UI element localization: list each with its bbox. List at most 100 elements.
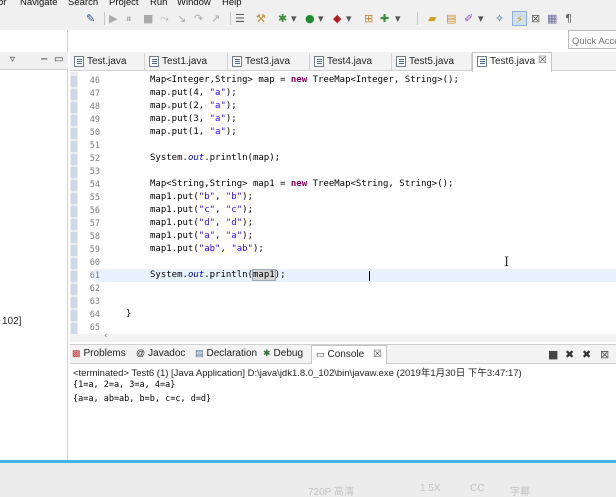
tab-test-java[interactable]: Test.java xyxy=(70,53,145,71)
ruler-mark xyxy=(71,258,77,269)
console-line: {1=a, 2=a, 3=a, 4=a} xyxy=(73,380,176,390)
debug-icon[interactable]: ✱ xyxy=(278,11,287,26)
quality-button[interactable]: 720P 高清 xyxy=(308,483,354,497)
show-whitespace-icon[interactable]: ¶ xyxy=(565,11,572,26)
line-number: 50 xyxy=(89,128,100,138)
menu-item-window[interactable]: Window xyxy=(177,0,211,8)
console-line: {a=a, ab=ab, b=b, c=c, d=d} xyxy=(73,394,212,404)
quick-access-input[interactable] xyxy=(568,30,616,49)
new-java-project-icon[interactable]: ⊞ xyxy=(364,11,373,26)
step-return-icon[interactable]: ↗ xyxy=(211,11,220,26)
tab-test5-java[interactable]: Test5.java xyxy=(392,53,472,71)
search-icon[interactable]: ✐ xyxy=(464,11,473,26)
ruler-mark xyxy=(71,193,77,204)
menu-item-navigate[interactable]: Navigate xyxy=(20,0,58,8)
annotation-icon[interactable]: ✧ xyxy=(495,11,504,26)
step-over-icon[interactable]: ↷ xyxy=(194,11,203,26)
scroll-left-icon[interactable]: ‹ xyxy=(104,331,108,341)
tab-problems[interactable]: ▩ Problems xyxy=(72,348,126,359)
code-editor[interactable]: 46 47 48 49 50 51 52 53 54 55 56 57 58 59 60 61 62 63 64 65… xyxy=(70,72,616,334)
tab-javadoc[interactable]: @ Javadoc xyxy=(136,348,185,359)
menu-item-source[interactable]: or xyxy=(0,0,6,8)
cc-button[interactable]: CC xyxy=(470,483,484,494)
console-output[interactable]: {1=a, 2=a, 3=a, 4=a} {a=a, ab=ab, b=b, c… xyxy=(70,378,616,460)
remove-all-terminated-icon[interactable]: ✖ xyxy=(582,348,591,361)
editor-tab-bar: Test.java Test1.java Test3.java Test4.ja… xyxy=(70,52,616,72)
clear-console-icon[interactable]: ⊠ xyxy=(600,348,609,361)
menu-item-help[interactable]: Help xyxy=(222,0,242,8)
subtitle-button[interactable]: 字幕 xyxy=(510,483,530,497)
bug-icon: ✱ xyxy=(263,348,271,358)
remove-launch-icon[interactable]: ✖ xyxy=(565,348,574,361)
maximize-icon[interactable]: ▭ xyxy=(54,54,63,65)
line-number: 49 xyxy=(89,115,100,125)
open-resource-icon[interactable]: ▤ xyxy=(446,11,456,26)
terminate-icon[interactable]: ■ xyxy=(143,11,153,26)
run-dropdown-icon[interactable]: ▾ xyxy=(318,11,324,26)
toggle-breakpoints-icon[interactable]: ✎ xyxy=(86,11,95,26)
code-line: map1.put("d", "d"); xyxy=(150,218,253,228)
code-line: map1.put("a", "a"); xyxy=(150,231,253,241)
tab-label: Test4.java xyxy=(327,56,373,67)
line-number: 64 xyxy=(89,310,100,320)
minimize-icon[interactable]: − xyxy=(40,54,48,65)
line-number: 61 xyxy=(89,271,100,281)
close-icon[interactable]: ☒ xyxy=(538,55,547,66)
new-package-icon[interactable]: ✚ xyxy=(380,11,389,26)
java-file-icon xyxy=(232,56,242,67)
line-number: 59 xyxy=(89,245,100,255)
package-explorer-item[interactable]: 102] xyxy=(2,316,21,327)
suspend-icon[interactable]: ⏸ xyxy=(126,11,132,26)
disconnect-icon[interactable]: ⤳ xyxy=(160,11,169,26)
menu-item-project[interactable]: Project xyxy=(109,0,139,8)
tab-test6-java[interactable]: Test6.java ☒ xyxy=(472,52,552,72)
new-server-icon[interactable]: ⚒ xyxy=(256,11,266,26)
tab-test4-java[interactable]: Test4.java xyxy=(310,53,392,71)
close-icon[interactable]: ☒ xyxy=(373,349,382,360)
at-icon: @ xyxy=(136,348,146,358)
menu-item-search[interactable]: Search xyxy=(68,0,98,8)
tab-debug[interactable]: ✱ Debug xyxy=(263,348,303,359)
ruler-mark xyxy=(71,245,77,256)
line-number: 53 xyxy=(89,167,100,177)
tab-label: Console xyxy=(327,349,365,360)
code-line: map.put(3, "a"); xyxy=(150,114,237,124)
run-icon[interactable]: ● xyxy=(305,11,315,26)
tab-console[interactable]: ▭ Console ☒ xyxy=(311,345,387,364)
step-into-icon[interactable]: ↘ xyxy=(177,11,186,26)
line-number: 65 xyxy=(89,323,100,333)
line-number: 63 xyxy=(89,297,100,307)
resume-icon[interactable]: ▶ xyxy=(109,11,117,26)
java-file-icon xyxy=(314,56,324,67)
declaration-icon: ▤ xyxy=(195,348,204,358)
ruler-mark xyxy=(71,167,77,178)
tab-label: Problems xyxy=(83,348,126,359)
block-selection-icon[interactable]: ⊠ xyxy=(531,11,540,26)
external-tools-icon[interactable]: ◆ xyxy=(333,11,341,26)
skip-breakpoints-icon[interactable]: ☰ xyxy=(235,11,245,26)
tab-test3-java[interactable]: Test3.java xyxy=(228,53,310,71)
tab-test1-java[interactable]: Test1.java xyxy=(145,53,228,71)
code-line: map1.put("ab", "ab"); xyxy=(150,244,264,254)
debug-dropdown-icon[interactable]: ▾ xyxy=(291,11,297,26)
ruler-mark xyxy=(71,102,77,113)
search-dropdown-icon[interactable]: ▾ xyxy=(478,11,484,26)
line-number: 52 xyxy=(89,154,100,164)
code-line: map1.put("b", "b"); xyxy=(150,192,253,202)
ruler-mark xyxy=(71,323,77,334)
tab-declaration[interactable]: ▤ Declaration xyxy=(195,348,257,359)
mark-occurrences-icon[interactable]: ⚡ xyxy=(512,11,527,26)
menu-bar: or Navigate Search Project Run Window He… xyxy=(0,0,616,8)
problems-icon: ▩ xyxy=(72,348,81,358)
speed-button[interactable]: 1.5X xyxy=(420,483,441,494)
open-type-icon[interactable]: ▰ xyxy=(428,11,436,26)
ruler-mark xyxy=(71,141,77,152)
new-dropdown-icon[interactable]: ▾ xyxy=(395,11,401,26)
menu-item-run[interactable]: Run xyxy=(150,0,167,8)
word-wrap-icon[interactable]: ▦ xyxy=(547,11,557,26)
view-menu-icon[interactable]: ▿ xyxy=(10,54,15,65)
terminate-icon[interactable]: ■ xyxy=(548,348,558,361)
ruler-mark xyxy=(71,206,77,217)
external-tools-dropdown-icon[interactable]: ▾ xyxy=(346,11,352,26)
editor-horizontal-scrollbar[interactable]: ‹ xyxy=(70,331,616,342)
